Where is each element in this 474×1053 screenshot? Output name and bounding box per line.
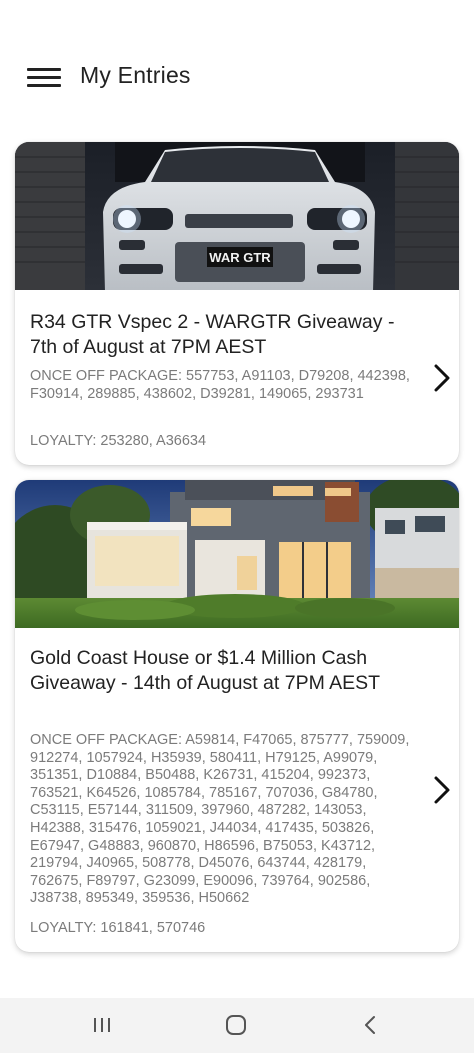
license-plate-text: WAR GTR bbox=[209, 250, 271, 265]
page-title: My Entries bbox=[80, 62, 191, 88]
entry-title: R34 GTR Vspec 2 - WARGTR Giveaway - 7th … bbox=[30, 311, 395, 358]
hamburger-menu-icon[interactable] bbox=[27, 67, 61, 89]
recent-apps-icon[interactable] bbox=[87, 1012, 117, 1038]
house-image bbox=[15, 480, 459, 628]
entry-card-r34-gtr[interactable]: WAR GTR bbox=[15, 142, 459, 465]
loyalty-numbers: LOYALTY: 253280, A36634 bbox=[30, 433, 207, 449]
once-off-package-numbers: ONCE OFF PACKAGE: A59814, F47065, 875777… bbox=[30, 732, 410, 907]
chevron-right-icon[interactable] bbox=[432, 362, 452, 394]
entry-title: Gold Coast House or $1.4 Million Cash Gi… bbox=[30, 647, 381, 694]
home-icon[interactable] bbox=[221, 1012, 251, 1038]
loyalty-numbers: LOYALTY: 161841, 570746 bbox=[30, 920, 206, 936]
chevron-right-icon[interactable] bbox=[432, 774, 452, 806]
app-header: My Entries bbox=[0, 0, 474, 132]
once-off-package-numbers: ONCE OFF PACKAGE: 557753, A91103, D79208… bbox=[30, 368, 410, 402]
car-image: WAR GTR bbox=[15, 142, 459, 290]
back-icon[interactable] bbox=[356, 1012, 386, 1038]
system-nav-bar bbox=[0, 998, 474, 1053]
